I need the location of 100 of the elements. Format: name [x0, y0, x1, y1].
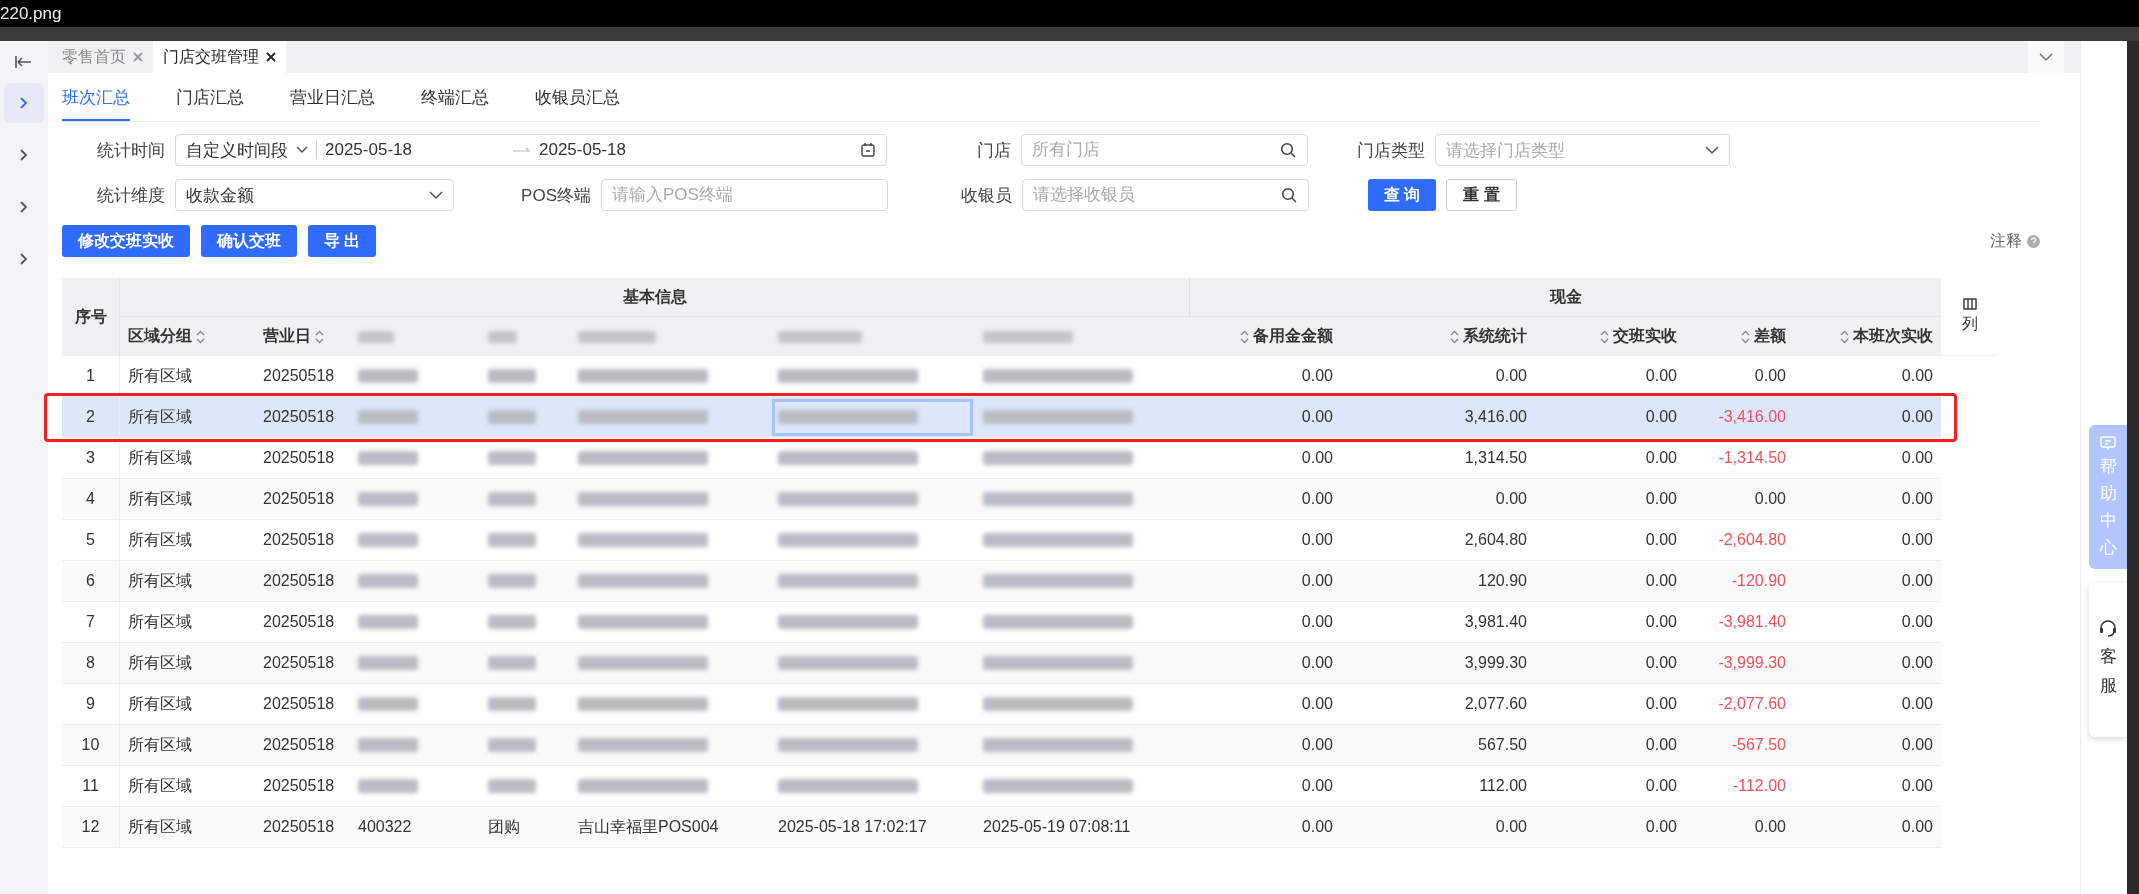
sort-icon[interactable]	[196, 329, 205, 344]
table-cell: 0.00	[1190, 725, 1341, 766]
table-row[interactable]: 2 所有区域 20250518 0.00 3,416.00 0.00 -3,416.00 0.00	[62, 397, 1941, 438]
table-row[interactable]: 10 所有区域 20250518 0.00 567.50 0.00 -567.50 0.00	[62, 725, 1941, 766]
tab[interactable]: 门店汇总	[176, 86, 244, 121]
column-header[interactable]: 本班次实收	[1794, 317, 1941, 356]
tab-menu-button[interactable]	[2028, 41, 2064, 73]
table-cell: 3	[62, 438, 120, 479]
table-cell: 0.00	[1794, 479, 1941, 520]
table-cell: 0.00	[1794, 397, 1941, 438]
chevron-down-icon[interactable]	[1705, 145, 1719, 155]
table-cell: 0.00	[1685, 479, 1794, 520]
table-cell: 0.00	[1794, 725, 1941, 766]
table-row[interactable]: 1 所有区域 20250518 0.00 0.00 0.00 0.00 0.00	[62, 356, 1941, 397]
reset-button[interactable]: 重 置	[1446, 179, 1517, 211]
date-range-field[interactable]: 自定义时间段 2025-05-18 2025-05-18	[175, 134, 887, 166]
table-cell: -3,416.00	[1685, 397, 1794, 438]
table-cell: 1	[62, 356, 120, 397]
note-link[interactable]: 注释	[1990, 230, 2022, 252]
table-cell: 0.00	[1341, 807, 1535, 848]
table-cell: 20250518	[255, 807, 350, 848]
table-row[interactable]: 7 所有区域 20250518 0.00 3,981.40 0.00 -3,981.40 0.00	[62, 602, 1941, 643]
column-header[interactable]: 差额	[1685, 317, 1794, 356]
table-row[interactable]: 3 所有区域 20250518 0.00 1,314.50 0.00 -1,314.50 0.00	[62, 438, 1941, 479]
sort-icon[interactable]	[1240, 329, 1249, 344]
table-cell: 吉山幸福里POS004	[570, 807, 770, 848]
column-header[interactable]: 交班实收	[1535, 317, 1685, 356]
scrollbar[interactable]	[2127, 41, 2139, 894]
table-row[interactable]: 5 所有区域 20250518 0.00 2,604.80 0.00 -2,604.80 0.00	[62, 520, 1941, 561]
table-cell: 12	[62, 807, 120, 848]
column-group-header: 现金	[1190, 278, 1941, 317]
calendar-icon[interactable]	[860, 142, 876, 158]
field-label: 统计时间	[96, 139, 166, 162]
action-button[interactable]: 确认交班	[201, 225, 297, 257]
table-cell: 2025-05-18 17:02:17	[770, 807, 975, 848]
table-row[interactable]: 11 所有区域 20250518 0.00 112.00 0.00 -112.00 0.00	[62, 766, 1941, 807]
page-tab[interactable]: 门店交班管理	[153, 41, 286, 73]
customer-service-tab[interactable]: 客服	[2089, 583, 2127, 737]
table-cell: 0.00	[1535, 807, 1685, 848]
table-cell: 20250518	[255, 479, 350, 520]
chevron-down-icon[interactable]	[429, 190, 443, 200]
table-cell: 8	[62, 643, 120, 684]
table-row[interactable]: 4 所有区域 20250518 0.00 0.00 0.00 0.00 0.00	[62, 479, 1941, 520]
sort-icon[interactable]	[1600, 329, 1609, 344]
chevron-right-icon[interactable]	[19, 148, 29, 162]
pos-input-field[interactable]: 请输入POS终端	[601, 179, 888, 211]
table-cell: 10	[62, 725, 120, 766]
collapse-icon[interactable]	[15, 55, 33, 69]
table-cell: 120.90	[1341, 561, 1535, 602]
store-search-field[interactable]: 所有门店	[1021, 134, 1308, 166]
sort-icon[interactable]	[315, 329, 324, 344]
sort-icon[interactable]	[1450, 329, 1459, 344]
dimension-select[interactable]: 收款金额	[175, 179, 454, 211]
table-row[interactable]: 6 所有区域 20250518 0.00 120.90 0.00 -120.90 0.00	[62, 561, 1941, 602]
redacted-text	[488, 330, 517, 343]
table-row[interactable]: 9 所有区域 20250518 0.00 2,077.60 0.00 -2,077.60 0.00	[62, 684, 1941, 725]
table-cell: 所有区域	[120, 397, 255, 438]
tab[interactable]: 终端汇总	[421, 86, 489, 121]
close-icon[interactable]	[266, 52, 276, 62]
table-cell: 0.00	[1794, 643, 1941, 684]
headset-icon[interactable]	[2098, 619, 2118, 639]
columns-icon[interactable]	[1962, 298, 1977, 310]
chevron-down-icon[interactable]	[296, 146, 308, 154]
table-cell: 3,416.00	[1341, 397, 1535, 438]
column-header[interactable]: 区域分组	[120, 317, 255, 356]
table-cell: -120.90	[1685, 561, 1794, 602]
chevron-right-icon[interactable]	[19, 252, 29, 266]
table-cell: 0.00	[1685, 807, 1794, 848]
table-cell: 4	[62, 479, 120, 520]
chevron-right-icon[interactable]	[19, 96, 29, 110]
column-header[interactable]: 系统统计	[1341, 317, 1535, 356]
field-label: POS终端	[520, 184, 592, 207]
chevron-right-icon[interactable]	[19, 200, 29, 214]
search-icon[interactable]	[1281, 187, 1297, 203]
table-cell: 0.00	[1535, 479, 1685, 520]
table-cell: -567.50	[1685, 725, 1794, 766]
table-cell: 0.00	[1341, 479, 1535, 520]
table-cell: 0.00	[1794, 561, 1941, 602]
tab[interactable]: 收银员汇总	[535, 86, 620, 121]
tab[interactable]: 营业日汇总	[290, 86, 375, 121]
action-button[interactable]: 导 出	[308, 225, 377, 257]
query-button[interactable]: 查 询	[1368, 179, 1437, 211]
table-cell: 0.00	[1535, 561, 1685, 602]
field-label: 收银员	[960, 184, 1013, 207]
column-header[interactable]: 营业日	[255, 317, 350, 356]
search-icon[interactable]	[1280, 142, 1296, 158]
chevron-down-icon[interactable]	[2039, 52, 2053, 62]
table-cell: 20250518	[255, 561, 350, 602]
action-button[interactable]: 修改交班实收	[62, 225, 190, 257]
table-cell: 0.00	[1535, 397, 1685, 438]
tab[interactable]: 班次汇总	[62, 86, 130, 121]
table-row[interactable]: 8 所有区域 20250518 0.00 3,999.30 0.00 -3,999.30 0.00	[62, 643, 1941, 684]
table-cell: 20250518	[255, 643, 350, 684]
sort-icon[interactable]	[1840, 329, 1849, 344]
table-cell: 400322	[350, 807, 480, 848]
column-header[interactable]: 备用金金额	[1190, 317, 1341, 356]
cashier-search-field[interactable]: 请选择收银员	[1022, 179, 1309, 211]
sort-icon[interactable]	[1741, 329, 1750, 344]
column-header: 序号	[62, 278, 120, 356]
table-row[interactable]: 12 所有区域 20250518 400322 团购 吉山幸福里POS004 2025-05-18 17:02:17 2025-05-19 07:08:11 0.00 0.00 0.00 0.00 0.00	[62, 807, 1941, 848]
